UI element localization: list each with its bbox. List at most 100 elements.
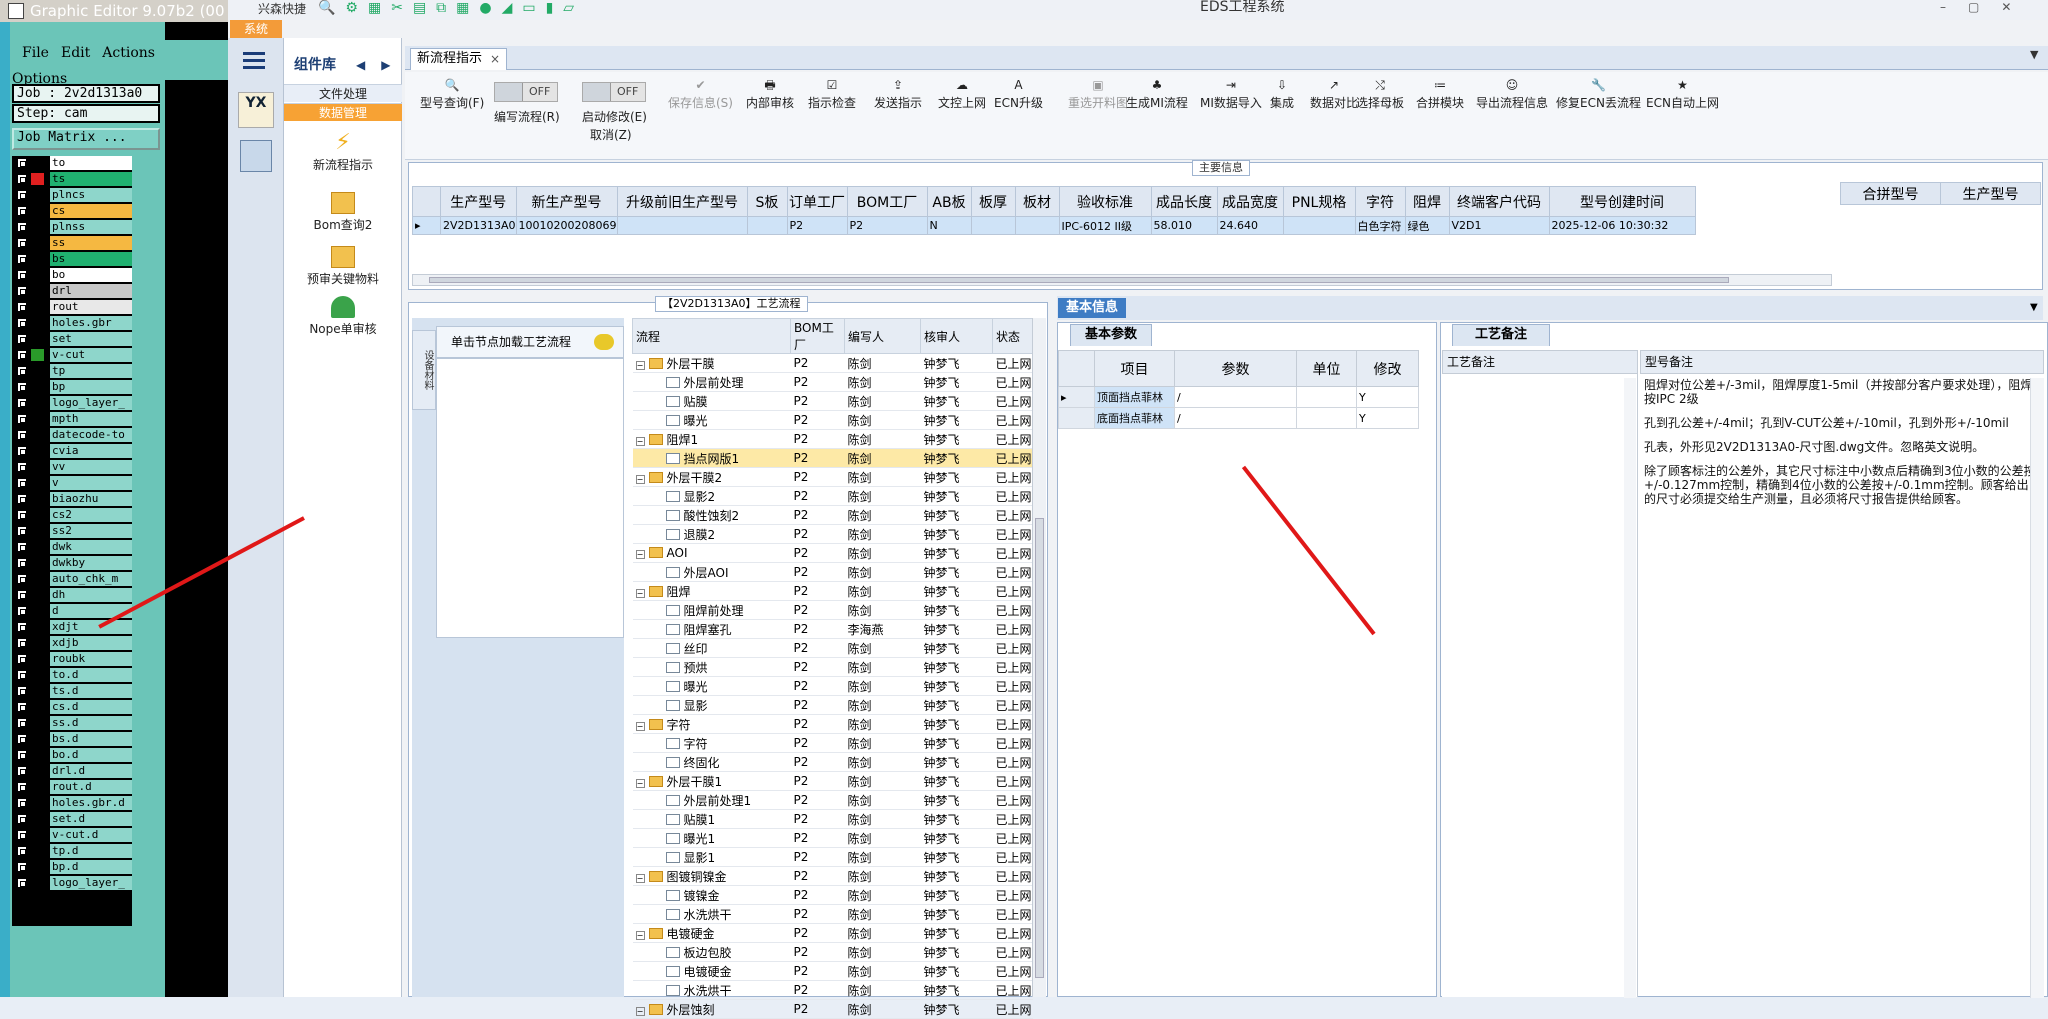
flow-row[interactable]: − AOI P2 陈剑 钟梦飞 已上网 bbox=[632, 543, 1033, 563]
toolbar-button[interactable]: 🖶 内部审核 bbox=[746, 78, 794, 111]
info-cell[interactable]: P2 bbox=[846, 216, 928, 235]
toolbar-button[interactable]: ☑ 指示检查 bbox=[808, 78, 856, 111]
layer-row[interactable]: to bbox=[14, 156, 132, 170]
layer-checkbox[interactable] bbox=[17, 686, 27, 696]
layer-checkbox[interactable] bbox=[17, 222, 27, 232]
flow-row[interactable]: 曝光 P2 陈剑 钟梦飞 已上网 bbox=[632, 410, 1033, 430]
flow-col-header[interactable]: 编写人 bbox=[844, 318, 921, 354]
info-cell[interactable]: IPC-6012 II级 bbox=[1058, 216, 1152, 235]
flow-row[interactable]: 终固化 P2 陈剑 钟梦飞 已上网 bbox=[632, 752, 1033, 772]
menu-actions[interactable]: Actions bbox=[102, 40, 155, 66]
toolbar-button[interactable]: 🔍 型号查询(F) bbox=[420, 78, 484, 111]
toolbar-button[interactable]: ☁ 文控上网 bbox=[938, 78, 986, 111]
info-col-header[interactable]: 成品宽度 bbox=[1216, 186, 1284, 217]
flow-row[interactable]: − 电镀硬金 P2 陈剑 钟梦飞 已上网 bbox=[632, 923, 1033, 943]
tab-basic-info[interactable]: 基本信息 bbox=[1058, 298, 1127, 318]
tabs-dropdown-icon[interactable]: ▼ bbox=[2030, 48, 2038, 61]
layer-row[interactable]: holes.gbr.d bbox=[14, 796, 132, 810]
toolbar-button[interactable]: 启动修改(E) bbox=[582, 108, 647, 125]
merge-col-header[interactable]: 生产型号 bbox=[1940, 182, 2041, 205]
toolbar-button[interactable]: ☺ 导出流程信息 bbox=[1476, 78, 1548, 111]
flow-row[interactable]: − 外层干膜1 P2 陈剑 钟梦飞 已上网 bbox=[632, 771, 1033, 791]
info-col-header[interactable]: 板厚 bbox=[970, 186, 1016, 217]
info-col-header[interactable]: BOM工厂 bbox=[846, 186, 928, 217]
layer-row[interactable]: cs bbox=[14, 204, 132, 218]
info-col-header[interactable]: 升级前旧生产型号 bbox=[616, 186, 748, 217]
flow-row[interactable]: 阻焊前处理 P2 陈剑 钟梦飞 已上网 bbox=[632, 600, 1033, 620]
flow-row[interactable]: 显影2 P2 陈剑 钟梦飞 已上网 bbox=[632, 486, 1033, 506]
layer-checkbox[interactable] bbox=[17, 190, 27, 200]
basic-dropdown-icon[interactable]: ▼ bbox=[2030, 302, 2038, 313]
info-cell[interactable]: N bbox=[926, 216, 972, 235]
layer-checkbox[interactable] bbox=[17, 878, 27, 888]
layer-row[interactable]: ts bbox=[14, 172, 132, 186]
row-indicator[interactable]: ▸ bbox=[412, 216, 441, 235]
layer-row[interactable]: bs bbox=[14, 252, 132, 266]
info-cell[interactable]: 58.010 bbox=[1150, 216, 1218, 235]
layer-checkbox[interactable] bbox=[17, 350, 27, 360]
info-col-header[interactable]: 终端客户代码 bbox=[1448, 186, 1550, 217]
layer-checkbox[interactable] bbox=[17, 206, 27, 216]
lib-item-new-flow[interactable]: ⚡ 新流程指示 bbox=[284, 132, 402, 173]
layer-checkbox[interactable] bbox=[17, 334, 27, 344]
flow-row[interactable]: − 外层干膜 P2 陈剑 钟梦飞 已上网 bbox=[632, 353, 1033, 373]
layer-row[interactable]: ts.d bbox=[14, 684, 132, 698]
tab-basic-params[interactable]: 基本参数 bbox=[1070, 324, 1153, 346]
layer-row[interactable]: biaozhu bbox=[14, 492, 132, 506]
layer-row[interactable]: holes.gbr bbox=[14, 316, 132, 330]
info-cell[interactable] bbox=[746, 216, 788, 235]
model-notes-scrollbar[interactable] bbox=[2030, 378, 2044, 998]
info-cell[interactable]: 24.640 bbox=[1216, 216, 1284, 235]
info-col-header[interactable]: AB板 bbox=[926, 186, 972, 217]
layer-checkbox[interactable] bbox=[17, 510, 27, 520]
layer-checkbox[interactable] bbox=[17, 254, 27, 264]
toolbar-button[interactable]: ▣ 重选开料图 bbox=[1068, 78, 1128, 111]
layer-checkbox[interactable] bbox=[17, 382, 27, 392]
layer-checkbox[interactable] bbox=[17, 606, 27, 616]
flow-row[interactable]: 水洗烘干 P2 陈剑 钟梦飞 已上网 bbox=[632, 904, 1033, 924]
window-controls[interactable]: –▢✕ bbox=[1940, 0, 2033, 14]
layer-row[interactable]: tp.d bbox=[14, 844, 132, 858]
info-cell[interactable] bbox=[970, 216, 1016, 235]
layer-row[interactable]: drl.d bbox=[14, 764, 132, 778]
layer-row[interactable]: logo_layer_ bbox=[14, 396, 132, 410]
collapse-icon[interactable]: − bbox=[635, 778, 645, 788]
layer-checkbox[interactable] bbox=[17, 446, 27, 456]
toolbar-button[interactable]: ♣ 生成MI流程 bbox=[1126, 78, 1188, 111]
flow-row[interactable]: 挡点网版1 P2 陈剑 钟梦飞 已上网 bbox=[632, 448, 1033, 468]
flow-row[interactable]: − 字符 P2 陈剑 钟梦飞 已上网 bbox=[632, 714, 1033, 734]
flow-row[interactable]: − 外层干膜2 P2 陈剑 钟梦飞 已上网 bbox=[632, 467, 1033, 487]
toolbar-button[interactable]: A ECN升级 bbox=[994, 78, 1043, 111]
lib-item-bom-query[interactable]: Bom查询2 bbox=[284, 192, 402, 233]
merge-col-header[interactable]: 合拼型号 bbox=[1840, 182, 1941, 205]
flow-row[interactable]: 退膜2 P2 陈剑 钟梦飞 已上网 bbox=[632, 524, 1033, 544]
flow-col-header[interactable]: BOM工厂 bbox=[790, 318, 845, 354]
toolbar-button[interactable]: ⤭ 选择母板 bbox=[1356, 78, 1404, 111]
info-cell[interactable]: V2D1 bbox=[1448, 216, 1550, 235]
layer-checkbox[interactable] bbox=[17, 430, 27, 440]
layer-row[interactable]: dwkby bbox=[14, 556, 132, 570]
flow-row[interactable]: − 图镀铜镍金 P2 陈剑 钟梦飞 已上网 bbox=[632, 866, 1033, 886]
row-indicator[interactable] bbox=[1058, 407, 1095, 429]
layer-checkbox[interactable] bbox=[17, 750, 27, 760]
flow-row[interactable]: 显影1 P2 陈剑 钟梦飞 已上网 bbox=[632, 847, 1033, 867]
lib-item-nope-review[interactable]: Nope单审核 bbox=[284, 296, 402, 337]
toolbar-button[interactable]: ↗ 数据对比 bbox=[1310, 78, 1358, 111]
flow-row[interactable]: 电镀硬金 P2 陈剑 钟梦飞 已上网 bbox=[632, 961, 1033, 981]
info-cell[interactable]: 10010200208069 bbox=[515, 216, 618, 235]
flow-col-header[interactable]: 核审人 bbox=[920, 318, 993, 354]
info-col-header[interactable]: PNL规格 bbox=[1282, 186, 1356, 217]
layer-checkbox[interactable] bbox=[17, 702, 27, 712]
flow-row[interactable]: 曝光 P2 陈剑 钟梦飞 已上网 bbox=[632, 676, 1033, 696]
layer-row[interactable]: plncs bbox=[14, 188, 132, 202]
layer-row[interactable]: set.d bbox=[14, 812, 132, 826]
equipment-material-tab[interactable]: 设备材料 bbox=[412, 330, 436, 410]
layer-row[interactable]: bs.d bbox=[14, 732, 132, 746]
params-col-header[interactable]: 单位 bbox=[1296, 350, 1357, 387]
layer-row[interactable]: logo_layer_ bbox=[14, 876, 132, 890]
layer-row[interactable]: xdjt bbox=[14, 620, 132, 634]
layer-checkbox[interactable] bbox=[17, 494, 27, 504]
layer-checkbox[interactable] bbox=[17, 782, 27, 792]
layer-row[interactable]: rout bbox=[14, 300, 132, 314]
info-cell[interactable] bbox=[616, 216, 748, 235]
